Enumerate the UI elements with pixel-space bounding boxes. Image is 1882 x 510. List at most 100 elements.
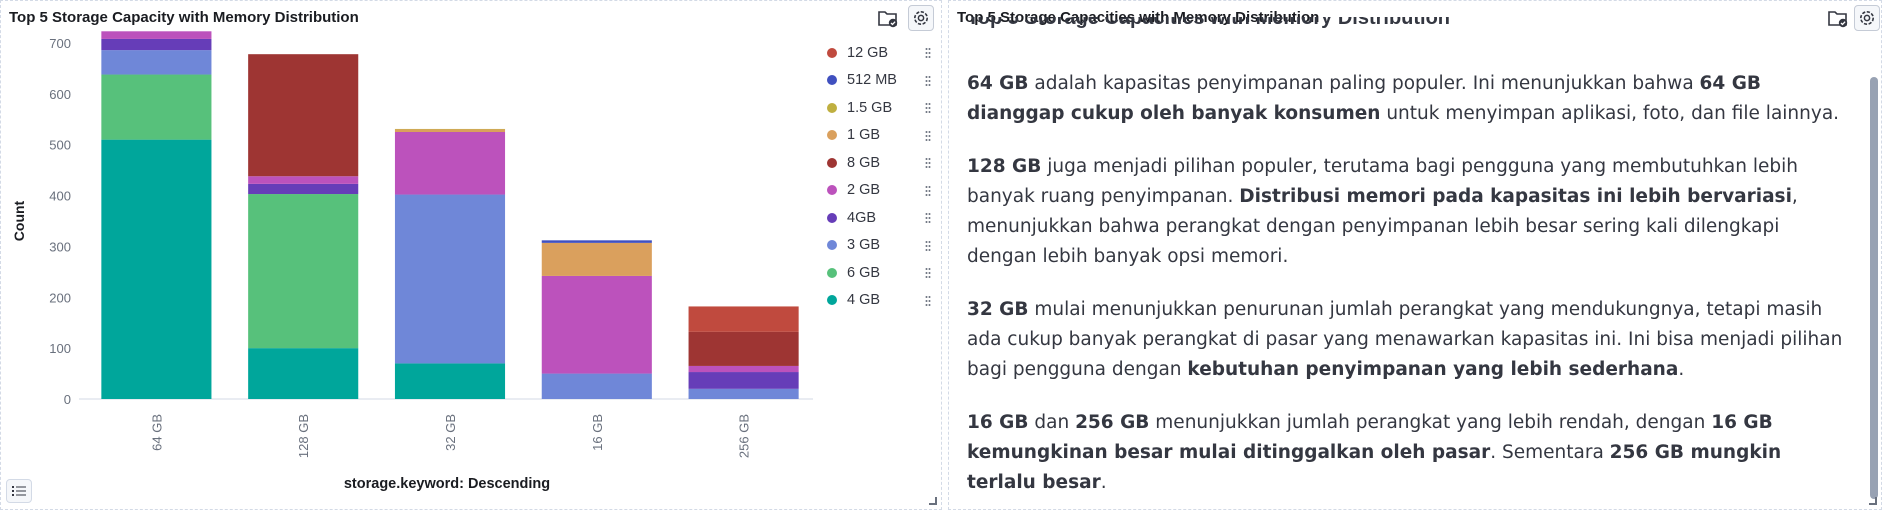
legend-color-dot <box>827 240 837 251</box>
legend-label: 3 GB <box>847 237 881 254</box>
legend-color-dot <box>827 185 837 196</box>
drag-handle-icon[interactable] <box>925 130 931 142</box>
bold-text: 256 GB <box>1075 412 1150 433</box>
legend-color-dot <box>827 295 837 306</box>
bar-segment[interactable] <box>394 363 506 399</box>
x-axis-label: storage.keyword: Descending <box>344 476 550 492</box>
legend-item[interactable]: 3 GB <box>827 232 931 260</box>
drag-handle-icon[interactable] <box>925 240 931 252</box>
legend-color-dot <box>827 157 837 168</box>
legend-item[interactable]: 1 GB <box>827 122 931 150</box>
y-tick-label: 300 <box>49 239 71 254</box>
bold-text: Distribusi memori pada kapasitas ini leb… <box>1239 186 1792 207</box>
bar-segment[interactable] <box>101 38 212 51</box>
legend-label: 2 GB <box>847 182 881 199</box>
bar-segment[interactable] <box>101 139 212 399</box>
legend-color-dot <box>827 102 837 113</box>
drag-handle-icon[interactable] <box>925 212 931 224</box>
text-run: . <box>1678 359 1685 380</box>
text-run: . <box>1100 472 1107 493</box>
bar-segment[interactable] <box>688 372 799 389</box>
text-run: adalah kapasitas penyimpanan paling popu… <box>1028 73 1700 94</box>
text-run: . Sementara <box>1490 442 1610 463</box>
markdown-paragraph: 128 GB juga menjadi pilihan populer, ter… <box>967 152 1849 272</box>
bar-segment[interactable] <box>101 50 212 75</box>
legend-item[interactable]: 12 GB <box>827 39 931 67</box>
legend-item[interactable]: 1.5 GB <box>827 94 931 122</box>
markdown-heading-text: Top 5 Storage Capacities with Memory Dis… <box>967 17 1451 29</box>
text-run: untuk menyimpan aplikasi, foto, dan file… <box>1380 103 1840 124</box>
legend-item[interactable]: 8 GB <box>827 149 931 177</box>
resize-handle[interactable] <box>1869 497 1877 505</box>
bar-segment[interactable] <box>101 74 212 140</box>
drag-handle-icon[interactable] <box>925 102 931 114</box>
markdown-paragraph: 16 GB dan 256 GB menunjukkan jumlah pera… <box>967 408 1849 498</box>
legend-label: 12 GB <box>847 44 889 61</box>
bar-segment[interactable] <box>248 176 359 184</box>
drag-handle-icon[interactable] <box>925 295 931 307</box>
legend-label: 6 GB <box>847 264 881 281</box>
bar-segment[interactable] <box>541 240 652 243</box>
y-axis-label: Count <box>11 200 27 241</box>
markdown-content: Top 5 Storage Capacities with Memory Dis… <box>967 17 1849 507</box>
gear-icon[interactable] <box>1854 5 1880 31</box>
legend-item[interactable]: 6 GB <box>827 259 931 287</box>
legend-label: 4GB <box>847 209 877 226</box>
bar-segment[interactable] <box>394 128 506 130</box>
legend-label: 1 GB <box>847 127 881 144</box>
legend-label: 512 MB <box>847 72 897 89</box>
bar-segment[interactable] <box>688 306 799 332</box>
gear-icon[interactable] <box>908 5 934 31</box>
bar-segment[interactable] <box>394 194 506 364</box>
bar-segment[interactable] <box>248 54 359 177</box>
drag-handle-icon[interactable] <box>925 157 931 169</box>
legend-color-dot <box>827 212 837 223</box>
list-icon[interactable] <box>6 479 32 503</box>
folder-check-icon[interactable] <box>875 5 901 31</box>
markdown-paragraph: 32 GB mulai menunjukkan penurunan jumlah… <box>967 295 1849 385</box>
legend-color-dot <box>827 47 837 58</box>
x-tick-label: 32 GB <box>443 414 458 451</box>
y-tick-label: 400 <box>49 189 71 204</box>
markdown-paragraphs: 64 GB adalah kapasitas penyimpanan palin… <box>967 69 1849 498</box>
legend-item[interactable]: 2 GB <box>827 177 931 205</box>
legend-item[interactable]: 4GB <box>827 204 931 232</box>
markdown-heading: Top 5 Storage Capacities with Memory Dis… <box>967 17 1849 41</box>
drag-handle-icon[interactable] <box>925 47 931 59</box>
bar-segment[interactable] <box>541 242 652 276</box>
bar-segment[interactable] <box>688 388 799 399</box>
y-tick-label: 600 <box>49 87 71 102</box>
legend-label: 8 GB <box>847 154 881 171</box>
chart-legend: 12 GB 512 MB 1.5 GB 1 GB 8 GB 2 GB 4GB 3 GB 6 GB… <box>827 39 931 314</box>
bar-segment[interactable] <box>688 331 799 366</box>
y-tick-label: 700 <box>49 36 71 51</box>
drag-handle-icon[interactable] <box>925 75 931 87</box>
x-tick-label: 256 GB <box>737 414 752 458</box>
y-tick-label: 100 <box>49 341 71 356</box>
x-tick-label: 16 GB <box>590 414 605 451</box>
legend-label: 1.5 GB <box>847 99 893 116</box>
x-tick-label: 64 GB <box>149 414 164 451</box>
scrollbar[interactable] <box>1870 77 1878 499</box>
bar-segment[interactable] <box>394 129 506 132</box>
bar-segment[interactable] <box>248 194 359 349</box>
bar-segment[interactable] <box>688 365 799 373</box>
bar-segment[interactable] <box>541 373 652 399</box>
drag-handle-icon[interactable] <box>925 185 931 197</box>
legend-color-dot <box>827 130 837 141</box>
x-tick-label: 128 GB <box>296 414 311 458</box>
markdown-panel: Top 5 Storage Capacities with Memory Dis… <box>948 0 1882 510</box>
legend-item[interactable]: 4 GB <box>827 287 931 315</box>
bar-segment[interactable] <box>248 183 359 195</box>
bar-segment[interactable] <box>101 31 212 39</box>
resize-handle[interactable] <box>929 497 937 505</box>
bold-text: 16 GB <box>967 412 1029 433</box>
drag-handle-icon[interactable] <box>925 267 931 279</box>
bar-segment[interactable] <box>541 275 652 374</box>
text-run: menunjukkan jumlah perangkat yang lebih … <box>1149 412 1712 433</box>
bar-segment[interactable] <box>248 348 359 399</box>
y-tick-label: 500 <box>49 138 71 153</box>
legend-item[interactable]: 512 MB <box>827 67 931 95</box>
y-tick-label: 200 <box>49 290 71 305</box>
bar-segment[interactable] <box>394 132 506 195</box>
